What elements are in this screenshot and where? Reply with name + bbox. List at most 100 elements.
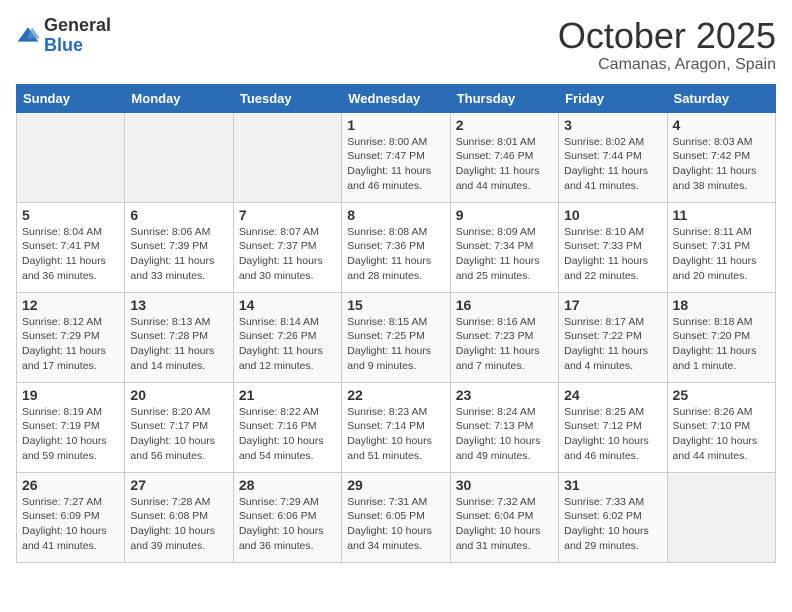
- day-info: Sunrise: 8:10 AMSunset: 7:33 PMDaylight:…: [564, 225, 661, 284]
- logo: General Blue: [16, 16, 111, 56]
- day-info: Sunrise: 8:09 AMSunset: 7:34 PMDaylight:…: [456, 225, 553, 284]
- calendar-day-cell: 5 Sunrise: 8:04 AMSunset: 7:41 PMDaylight…: [17, 202, 125, 292]
- day-info: Sunrise: 8:14 AMSunset: 7:26 PMDaylight:…: [239, 315, 336, 374]
- day-number: 30: [456, 477, 553, 493]
- calendar-day-cell: 4 Sunrise: 8:03 AMSunset: 7:42 PMDaylight…: [667, 112, 775, 202]
- day-number: 23: [456, 387, 553, 403]
- logo-blue-text: Blue: [44, 36, 111, 56]
- calendar-day-cell: 17 Sunrise: 8:17 AMSunset: 7:22 PMDayligh…: [559, 292, 667, 382]
- day-number: 19: [22, 387, 119, 403]
- day-number: 15: [347, 297, 444, 313]
- weekday-header: Wednesday: [342, 84, 450, 112]
- calendar-day-cell: 9 Sunrise: 8:09 AMSunset: 7:34 PMDaylight…: [450, 202, 558, 292]
- day-number: 12: [22, 297, 119, 313]
- day-number: 27: [130, 477, 227, 493]
- day-number: 11: [673, 207, 770, 223]
- day-number: 7: [239, 207, 336, 223]
- weekday-row: SundayMondayTuesdayWednesdayThursdayFrid…: [17, 84, 776, 112]
- calendar-day-cell: 10Sunrise: 8:10 AMSunset: 7:33 PMDayligh…: [559, 202, 667, 292]
- calendar-day-cell: 28 Sunrise: 7:29 AMSunset: 6:06 PMDayligh…: [233, 472, 341, 562]
- day-info: Sunrise: 8:12 AMSunset: 7:29 PMDaylight:…: [22, 315, 119, 374]
- calendar-day-cell: 20 Sunrise: 8:20 AMSunset: 7:17 PMDayligh…: [125, 382, 233, 472]
- day-info: Sunrise: 7:27 AMSunset: 6:09 PMDaylight:…: [22, 495, 119, 554]
- day-info: Sunrise: 8:20 AMSunset: 7:17 PMDaylight:…: [130, 405, 227, 464]
- calendar-day-cell: 25 Sunrise: 8:26 AMSunset: 7:10 PMDayligh…: [667, 382, 775, 472]
- day-info: Sunrise: 7:33 AMSunset: 6:02 PMDaylight:…: [564, 495, 661, 554]
- day-number: 20: [130, 387, 227, 403]
- calendar-day-cell: 18Sunrise: 8:18 AMSunset: 7:20 PMDayligh…: [667, 292, 775, 382]
- day-info: Sunrise: 8:15 AMSunset: 7:25 PMDaylight:…: [347, 315, 444, 374]
- logo-icon: [16, 24, 40, 48]
- day-info: Sunrise: 8:17 AMSunset: 7:22 PMDaylight:…: [564, 315, 661, 374]
- day-info: Sunrise: 8:13 AMSunset: 7:28 PMDaylight:…: [130, 315, 227, 374]
- calendar-header: SundayMondayTuesdayWednesdayThursdayFrid…: [17, 84, 776, 112]
- day-number: 1: [347, 117, 444, 133]
- calendar-day-cell: [233, 112, 341, 202]
- calendar-week-row: 12 Sunrise: 8:12 AMSunset: 7:29 PMDayligh…: [17, 292, 776, 382]
- day-info: Sunrise: 8:26 AMSunset: 7:10 PMDaylight:…: [673, 405, 770, 464]
- day-info: Sunrise: 8:03 AMSunset: 7:42 PMDaylight:…: [673, 135, 770, 194]
- page-header: General Blue October 2025 Camanas, Arago…: [16, 16, 776, 74]
- day-info: Sunrise: 8:00 AMSunset: 7:47 PMDaylight:…: [347, 135, 444, 194]
- weekday-header: Saturday: [667, 84, 775, 112]
- day-info: Sunrise: 8:07 AMSunset: 7:37 PMDaylight:…: [239, 225, 336, 284]
- day-info: Sunrise: 8:25 AMSunset: 7:12 PMDaylight:…: [564, 405, 661, 464]
- calendar-day-cell: [17, 112, 125, 202]
- day-number: 9: [456, 207, 553, 223]
- day-number: 6: [130, 207, 227, 223]
- day-info: Sunrise: 8:02 AMSunset: 7:44 PMDaylight:…: [564, 135, 661, 194]
- day-number: 25: [673, 387, 770, 403]
- calendar-day-cell: 21Sunrise: 8:22 AMSunset: 7:16 PMDayligh…: [233, 382, 341, 472]
- calendar-body: 1 Sunrise: 8:00 AMSunset: 7:47 PMDaylight…: [17, 112, 776, 562]
- calendar-day-cell: [125, 112, 233, 202]
- calendar-day-cell: 7 Sunrise: 8:07 AMSunset: 7:37 PMDaylight…: [233, 202, 341, 292]
- calendar-day-cell: 24 Sunrise: 8:25 AMSunset: 7:12 PMDayligh…: [559, 382, 667, 472]
- day-number: 18: [673, 297, 770, 313]
- day-info: Sunrise: 8:19 AMSunset: 7:19 PMDaylight:…: [22, 405, 119, 464]
- calendar-day-cell: 22 Sunrise: 8:23 AMSunset: 7:14 PMDayligh…: [342, 382, 450, 472]
- day-number: 16: [456, 297, 553, 313]
- day-info: Sunrise: 8:04 AMSunset: 7:41 PMDaylight:…: [22, 225, 119, 284]
- calendar-day-cell: 1 Sunrise: 8:00 AMSunset: 7:47 PMDaylight…: [342, 112, 450, 202]
- day-info: Sunrise: 8:01 AMSunset: 7:46 PMDaylight:…: [456, 135, 553, 194]
- day-number: 24: [564, 387, 661, 403]
- calendar-day-cell: 12 Sunrise: 8:12 AMSunset: 7:29 PMDayligh…: [17, 292, 125, 382]
- calendar-title: October 2025: [558, 16, 776, 56]
- weekday-header: Tuesday: [233, 84, 341, 112]
- calendar-day-cell: 13 Sunrise: 8:13 AMSunset: 7:28 PMDayligh…: [125, 292, 233, 382]
- calendar-day-cell: 30Sunrise: 7:32 AMSunset: 6:04 PMDayligh…: [450, 472, 558, 562]
- day-number: 17: [564, 297, 661, 313]
- day-number: 29: [347, 477, 444, 493]
- day-number: 13: [130, 297, 227, 313]
- calendar-day-cell: 6Sunrise: 8:06 AMSunset: 7:39 PMDaylight…: [125, 202, 233, 292]
- calendar-day-cell: 26Sunrise: 7:27 AMSunset: 6:09 PMDayligh…: [17, 472, 125, 562]
- logo-general-text: General: [44, 16, 111, 36]
- calendar-day-cell: 16 Sunrise: 8:16 AMSunset: 7:23 PMDayligh…: [450, 292, 558, 382]
- day-number: 8: [347, 207, 444, 223]
- calendar-day-cell: 27Sunrise: 7:28 AMSunset: 6:08 PMDayligh…: [125, 472, 233, 562]
- calendar-day-cell: 11 Sunrise: 8:11 AMSunset: 7:31 PMDayligh…: [667, 202, 775, 292]
- calendar-week-row: 1 Sunrise: 8:00 AMSunset: 7:47 PMDaylight…: [17, 112, 776, 202]
- calendar-day-cell: [667, 472, 775, 562]
- day-info: Sunrise: 7:31 AMSunset: 6:05 PMDaylight:…: [347, 495, 444, 554]
- day-number: 22: [347, 387, 444, 403]
- day-number: 14: [239, 297, 336, 313]
- day-info: Sunrise: 8:24 AMSunset: 7:13 PMDaylight:…: [456, 405, 553, 464]
- day-number: 5: [22, 207, 119, 223]
- calendar-day-cell: 2Sunrise: 8:01 AMSunset: 7:46 PMDaylight…: [450, 112, 558, 202]
- calendar-day-cell: 19 Sunrise: 8:19 AMSunset: 7:19 PMDayligh…: [17, 382, 125, 472]
- calendar-table: SundayMondayTuesdayWednesdayThursdayFrid…: [16, 84, 776, 563]
- weekday-header: Friday: [559, 84, 667, 112]
- day-number: 4: [673, 117, 770, 133]
- calendar-day-cell: 3Sunrise: 8:02 AMSunset: 7:44 PMDaylight…: [559, 112, 667, 202]
- day-info: Sunrise: 8:23 AMSunset: 7:14 PMDaylight:…: [347, 405, 444, 464]
- day-info: Sunrise: 7:29 AMSunset: 6:06 PMDaylight:…: [239, 495, 336, 554]
- day-info: Sunrise: 8:08 AMSunset: 7:36 PMDaylight:…: [347, 225, 444, 284]
- day-info: Sunrise: 8:16 AMSunset: 7:23 PMDaylight:…: [456, 315, 553, 374]
- day-number: 21: [239, 387, 336, 403]
- calendar-day-cell: 8 Sunrise: 8:08 AMSunset: 7:36 PMDaylight…: [342, 202, 450, 292]
- weekday-header: Thursday: [450, 84, 558, 112]
- day-number: 28: [239, 477, 336, 493]
- calendar-day-cell: 29 Sunrise: 7:31 AMSunset: 6:05 PMDayligh…: [342, 472, 450, 562]
- day-info: Sunrise: 8:11 AMSunset: 7:31 PMDaylight:…: [673, 225, 770, 284]
